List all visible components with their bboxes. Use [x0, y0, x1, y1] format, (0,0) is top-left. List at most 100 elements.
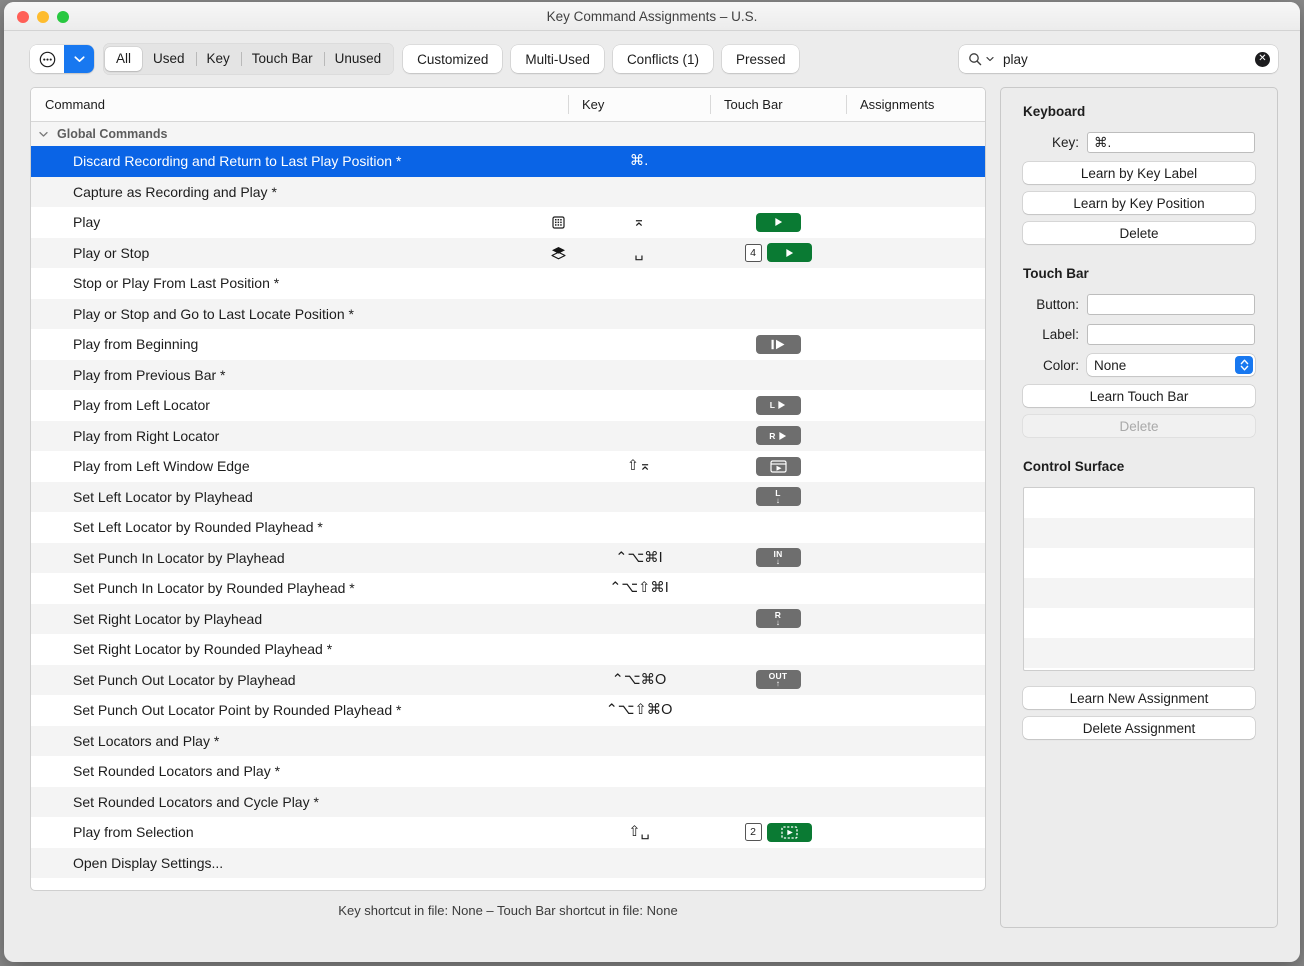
conflicts-button[interactable]: Conflicts (1)	[613, 45, 713, 73]
touch-bar-button-chip[interactable]: L↓	[756, 487, 801, 506]
search-scope-chevron-down-icon[interactable]	[986, 56, 994, 62]
stepper-updown-icon[interactable]	[1235, 356, 1253, 374]
multi-used-button[interactable]: Multi-Used	[511, 45, 604, 73]
delete-assignment-button[interactable]: Delete Assignment	[1023, 717, 1255, 739]
filter-segment-key[interactable]: Key	[196, 47, 241, 71]
search-field[interactable]: play ✕	[959, 45, 1278, 73]
minimize-button[interactable]	[37, 11, 49, 23]
touch-bar-button-chip[interactable]	[756, 335, 801, 354]
table-row[interactable]: Stop or Play From Last Position *	[31, 268, 985, 299]
keyboard-delete-button[interactable]: Delete	[1023, 222, 1255, 244]
cell-assignments	[846, 360, 966, 391]
table-row[interactable]: Open Display Settings...	[31, 848, 985, 879]
filter-segment-used[interactable]: Used	[142, 47, 196, 71]
table-row[interactable]: Play⌅	[31, 207, 985, 238]
touch-bar-button-chip[interactable]: OUT↑	[756, 670, 801, 689]
touchbar-label-label: Label:	[1023, 327, 1079, 342]
filter-segment-touch-bar[interactable]: Touch Bar	[241, 47, 324, 71]
chevron-down-icon[interactable]	[64, 45, 94, 73]
cell-touch-bar	[710, 848, 846, 879]
control-surface-list[interactable]	[1023, 487, 1255, 671]
list-item[interactable]	[1024, 518, 1254, 548]
window-title: Key Command Assignments – U.S.	[4, 9, 1300, 24]
learn-by-key-position-button[interactable]: Learn by Key Position	[1023, 192, 1255, 214]
assignment-inspector-sidebar: Keyboard Key: ⌘. Learn by Key Label Lear…	[1000, 87, 1278, 928]
pressed-button[interactable]: Pressed	[722, 45, 800, 73]
search-icon[interactable]	[968, 52, 982, 66]
learn-touch-bar-button[interactable]: Learn Touch Bar	[1023, 385, 1255, 407]
close-button[interactable]	[17, 11, 29, 23]
table-body: Global Commands Discard Recording and Re…	[31, 122, 985, 890]
cell-key-shortcut	[568, 604, 710, 635]
touch-bar-button-chip[interactable]	[756, 213, 801, 232]
cell-touch-bar	[710, 787, 846, 818]
list-item[interactable]	[1024, 488, 1254, 518]
list-item[interactable]	[1024, 548, 1254, 578]
touch-bar-button-chip[interactable]	[767, 243, 812, 262]
learn-by-key-label-button[interactable]: Learn by Key Label	[1023, 162, 1255, 184]
touchbar-color-row: Color: None	[1023, 354, 1255, 376]
chevron-down-icon[interactable]	[39, 131, 51, 138]
list-item[interactable]	[1024, 608, 1254, 638]
column-header-assignments[interactable]: Assignments	[846, 88, 966, 121]
group-row-global-commands[interactable]: Global Commands	[31, 122, 985, 146]
table-header-row: Command Key Touch Bar Assignments	[31, 88, 985, 122]
list-item[interactable]	[1024, 578, 1254, 608]
table-row[interactable]: Play from Left Window Edge⇧⌅	[31, 451, 985, 482]
table-row[interactable]: Play from Right LocatorR	[31, 421, 985, 452]
ellipsis-circle-icon[interactable]	[30, 45, 64, 73]
filter-segmented-control[interactable]: All Used Key Touch Bar Unused	[103, 43, 394, 75]
cell-command: Set Rounded Locators and Play *	[31, 756, 568, 787]
table-row[interactable]: Set Right Locator by PlayheadR↓	[31, 604, 985, 635]
table-row[interactable]: Set Right Locator by Rounded Playhead *	[31, 634, 985, 665]
touchbar-color-select[interactable]: None	[1087, 354, 1255, 376]
touch-bar-button-chip[interactable]	[767, 823, 812, 842]
options-popup-button[interactable]	[30, 45, 94, 73]
table-row[interactable]: Set Locators and Play *	[31, 726, 985, 757]
customized-button[interactable]: Customized	[403, 45, 502, 73]
touch-bar-button-chip[interactable]: R↓	[756, 609, 801, 628]
table-row[interactable]: Play from Previous Bar *	[31, 360, 985, 391]
table-row[interactable]: Set Punch In Locator by Playhead⌃⌥⌘IIN↓	[31, 543, 985, 574]
cell-key-shortcut: ⇧⌅	[568, 451, 710, 482]
table-row[interactable]: Set Punch Out Locator by Playhead⌃⌥⌘OOUT…	[31, 665, 985, 696]
column-header-touch-bar[interactable]: Touch Bar	[710, 88, 846, 121]
table-row[interactable]: Play or Stop and Go to Last Locate Posit…	[31, 299, 985, 330]
cell-command: Set Punch In Locator by Playhead	[31, 543, 568, 574]
table-row[interactable]: Capture as Recording and Play *	[31, 177, 985, 208]
filter-segment-unused[interactable]: Unused	[324, 47, 393, 71]
table-row[interactable]: Discard Recording and Return to Last Pla…	[31, 146, 985, 177]
zoom-button[interactable]	[57, 11, 69, 23]
list-item[interactable]	[1024, 638, 1254, 668]
filter-segment-all[interactable]: All	[105, 47, 142, 71]
touchbar-label-field[interactable]	[1087, 324, 1255, 345]
table-row[interactable]: Set Punch Out Locator Point by Rounded P…	[31, 695, 985, 726]
touchbar-button-row: Button:	[1023, 294, 1255, 315]
cell-command: Open Display Settings...	[31, 848, 568, 879]
section-gap	[1023, 252, 1255, 266]
touch-bar-button-chip[interactable]	[756, 457, 801, 476]
cell-assignments	[846, 421, 966, 452]
cell-assignments	[846, 390, 966, 421]
clear-search-icon[interactable]: ✕	[1255, 52, 1270, 67]
table-row[interactable]: Set Left Locator by Rounded Playhead *	[31, 512, 985, 543]
column-header-command[interactable]: Command	[31, 88, 568, 121]
column-header-key[interactable]: Key	[568, 88, 710, 121]
touch-bar-button-chip[interactable]: L	[756, 396, 801, 415]
touch-bar-button-chip[interactable]: R	[756, 426, 801, 445]
table-row[interactable]: Play or Stop␣4	[31, 238, 985, 269]
section-gap-2	[1023, 445, 1255, 459]
touchbar-button-field[interactable]	[1087, 294, 1255, 315]
search-input[interactable]: play	[998, 52, 1251, 67]
list-item[interactable]	[1024, 668, 1254, 671]
keyboard-key-field[interactable]: ⌘.	[1087, 132, 1255, 153]
table-row[interactable]: Play from Beginning	[31, 329, 985, 360]
table-row[interactable]: Set Rounded Locators and Play *	[31, 756, 985, 787]
table-row[interactable]: Set Rounded Locators and Cycle Play *	[31, 787, 985, 818]
table-row[interactable]: Set Left Locator by PlayheadL↓	[31, 482, 985, 513]
touch-bar-button-chip[interactable]: IN↓	[756, 548, 801, 567]
table-row[interactable]: Set Punch In Locator by Rounded Playhead…	[31, 573, 985, 604]
learn-new-assignment-button[interactable]: Learn New Assignment	[1023, 687, 1255, 709]
table-row[interactable]: Play from Selection⇧␣2	[31, 817, 985, 848]
table-row[interactable]: Play from Left LocatorL	[31, 390, 985, 421]
